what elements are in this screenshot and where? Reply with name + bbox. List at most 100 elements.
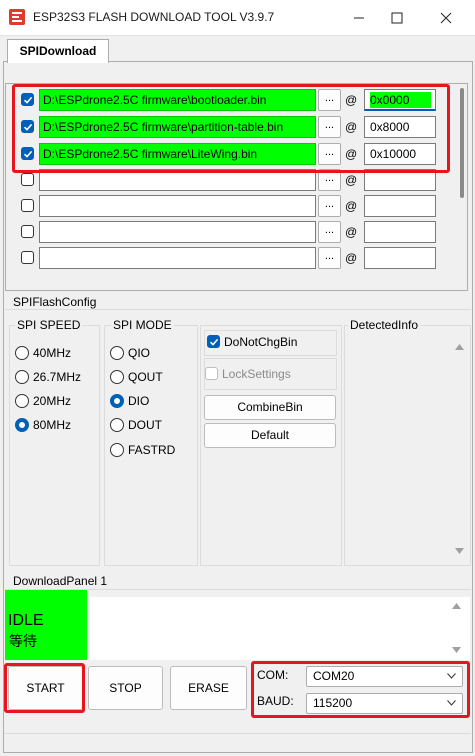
lock-settings-checkbox[interactable]: LockSettings xyxy=(205,366,330,382)
maximize-icon xyxy=(391,12,403,24)
detected-info-list[interactable] xyxy=(345,334,470,564)
address-input[interactable] xyxy=(364,221,436,243)
radio-speed-3[interactable]: 80MHz xyxy=(15,417,95,433)
status-text-en: IDLE xyxy=(8,612,44,629)
default-button[interactable]: Default xyxy=(204,423,336,448)
chevron-down-icon xyxy=(447,673,456,679)
bottom-divider xyxy=(4,733,471,734)
address-text: 0x0000 xyxy=(370,92,432,108)
spi-mode-title: SPI MODE xyxy=(111,318,174,332)
file-path-input[interactable]: D:\ESPdrone2.5C firmware\bootloader.bin xyxy=(39,89,316,111)
combine-bin-button[interactable]: CombineBin xyxy=(204,395,336,420)
tab-spidownload[interactable]: SPIDownload xyxy=(7,39,109,63)
radio-dot xyxy=(15,394,29,408)
com-label: COM: xyxy=(257,668,289,682)
baud-select[interactable]: 115200 xyxy=(306,693,463,714)
close-icon xyxy=(440,12,452,24)
checkbox-box xyxy=(205,367,218,380)
close-button[interactable] xyxy=(423,0,469,36)
file-row-checkbox[interactable] xyxy=(21,173,34,186)
file-path-input[interactable]: D:\ESPdrone2.5C firmware\partition-table… xyxy=(39,116,316,138)
minimize-icon xyxy=(354,17,364,19)
radio-dot xyxy=(110,370,124,384)
file-list: D:\ESPdrone2.5C firmware\bootloader.bin.… xyxy=(5,83,468,291)
address-input[interactable] xyxy=(364,169,436,191)
baud-select-value: 115200 xyxy=(313,696,353,710)
file-row-checkbox[interactable] xyxy=(21,199,34,212)
stop-button[interactable]: STOP xyxy=(88,666,163,710)
at-symbol: @ xyxy=(345,147,358,161)
radio-dot xyxy=(110,394,124,408)
radio-mode-1[interactable]: QOUT xyxy=(110,369,190,385)
at-symbol: @ xyxy=(345,225,358,239)
title-bar: ESP32S3 FLASH DOWNLOAD TOOL V3.9.7 xyxy=(0,0,475,36)
com-select-value: COM20 xyxy=(313,669,355,683)
checkmark-icon xyxy=(23,123,33,131)
radio-mode-3[interactable]: DOUT xyxy=(110,417,190,433)
address-input[interactable] xyxy=(364,247,436,269)
baud-label: BAUD: xyxy=(257,694,294,708)
status-indicator: IDLE 等待 xyxy=(5,590,87,660)
file-row-checkbox[interactable] xyxy=(21,120,34,133)
file-path-input[interactable] xyxy=(39,195,316,217)
spi-speed-group xyxy=(9,325,100,566)
radio-speed-2[interactable]: 20MHz xyxy=(15,393,95,409)
radio-dot xyxy=(110,346,124,360)
file-row-checkbox[interactable] xyxy=(21,147,34,160)
scroll-up-icon[interactable] xyxy=(455,344,464,350)
file-row-checkbox[interactable] xyxy=(21,251,34,264)
file-path-input[interactable] xyxy=(39,221,316,243)
at-symbol: @ xyxy=(345,120,358,134)
file-row: D:\ESPdrone2.5C firmware\bootloader.bin.… xyxy=(6,88,461,112)
radio-speed-0[interactable]: 40MHz xyxy=(15,345,95,361)
scroll-down-icon[interactable] xyxy=(455,548,464,554)
radio-mode-4[interactable]: FASTRD xyxy=(110,442,190,458)
radio-dot xyxy=(110,443,124,457)
browse-button[interactable]: ... xyxy=(318,143,341,165)
file-path-input[interactable] xyxy=(39,247,316,269)
chevron-down-icon xyxy=(447,700,456,706)
browse-button[interactable]: ... xyxy=(318,169,341,191)
detected-info-title: DetectedInfo xyxy=(348,318,421,332)
radio-mode-2[interactable]: DIO xyxy=(110,393,190,409)
address-input[interactable] xyxy=(364,195,436,217)
file-row-checkbox[interactable] xyxy=(21,225,34,238)
radio-speed-1[interactable]: 26.7MHz xyxy=(15,369,95,385)
tab-bar: SPIDownload xyxy=(0,36,475,63)
log-output[interactable] xyxy=(90,597,470,660)
browse-button[interactable]: ... xyxy=(318,195,341,217)
browse-button[interactable]: ... xyxy=(318,221,341,243)
checkmark-icon xyxy=(23,96,33,104)
scroll-down-icon[interactable] xyxy=(452,647,461,653)
file-path-input[interactable]: D:\ESPdrone2.5C firmware\LiteWing.bin xyxy=(39,143,316,165)
at-symbol: @ xyxy=(345,93,358,107)
address-input[interactable]: 0x8000 xyxy=(364,116,436,138)
file-row: ... @ xyxy=(6,168,461,192)
maximize-button[interactable] xyxy=(374,0,420,36)
com-select[interactable]: COM20 xyxy=(306,666,463,687)
checkbox-box xyxy=(207,335,220,348)
radio-dot xyxy=(15,418,29,432)
checkmark-icon xyxy=(23,150,33,158)
do-not-chg-bin-checkbox[interactable]: DoNotChgBin xyxy=(207,334,332,350)
file-path-input[interactable] xyxy=(39,169,316,191)
file-row: ... @ xyxy=(6,220,461,244)
erase-button[interactable]: ERASE xyxy=(170,666,247,710)
at-symbol: @ xyxy=(345,199,358,213)
status-text-cn: 等待 xyxy=(9,633,37,649)
radio-dot xyxy=(15,370,29,384)
start-button[interactable]: START xyxy=(8,666,83,710)
window-title: ESP32S3 FLASH DOWNLOAD TOOL V3.9.7 xyxy=(33,10,275,24)
address-input[interactable]: 0x10000 xyxy=(364,143,436,165)
file-row: D:\ESPdrone2.5C firmware\LiteWing.bin...… xyxy=(6,142,461,166)
scroll-up-icon[interactable] xyxy=(452,603,461,609)
browse-button[interactable]: ... xyxy=(318,116,341,138)
browse-button[interactable]: ... xyxy=(318,247,341,269)
download-panel-title: DownloadPanel 1 xyxy=(11,574,110,588)
spi-flash-config-title: SPIFlashConfig xyxy=(11,295,99,309)
radio-mode-0[interactable]: QIO xyxy=(110,345,190,361)
radio-dot xyxy=(110,418,124,432)
address-input[interactable]: 0x0000 xyxy=(364,89,436,111)
file-row-checkbox[interactable] xyxy=(21,93,34,106)
browse-button[interactable]: ... xyxy=(318,89,341,111)
